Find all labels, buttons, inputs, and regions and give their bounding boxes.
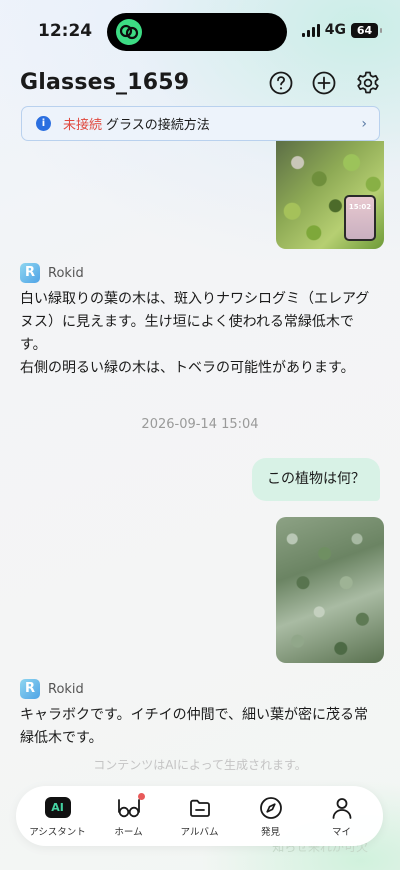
tab-label: アシスタント — [29, 826, 86, 838]
tab-label: ホーム — [114, 826, 143, 838]
tab-assistant[interactable]: AI アシスタント — [23, 795, 93, 838]
connection-help-link: グラスの接続方法 — [106, 118, 210, 133]
info-icon: i — [36, 116, 51, 131]
ai-message: R Rokid キャラボクです。イチイの仲間で、細い葉が密に茂る常 緑低木です。 — [20, 679, 380, 750]
rokid-logo-icon: R — [20, 263, 40, 283]
text-line: 緑低木です。 — [20, 730, 103, 746]
compass-icon — [259, 796, 282, 819]
text-line: 右側の明るい緑の木は、トベラの可能性があります。 — [20, 360, 355, 376]
ai-sender-name: Rokid — [48, 681, 84, 697]
settings-gear-icon[interactable] — [355, 70, 381, 96]
battery-icon: 64 — [351, 22, 382, 38]
ai-sender: R Rokid — [20, 679, 380, 699]
network-type: 4G — [324, 22, 346, 38]
ai-message-text: キャラボクです。イチイの仲間で、細い葉が密に茂る常 緑低木です。 — [20, 704, 380, 750]
help-icon[interactable] — [268, 70, 294, 96]
text-line: 白い緑取りの葉の木は、斑入りナワシログミ（エレアグ — [20, 291, 370, 307]
text-line: キャラボクです。イチイの仲間で、細い葉が密に茂る常 — [20, 707, 369, 723]
user-message[interactable]: この植物は何？ — [252, 458, 380, 501]
ai-assistant-icon: AI — [44, 797, 71, 818]
tab-label: アルバム — [180, 826, 219, 838]
ai-sender: R Rokid — [20, 263, 380, 283]
phone-in-photo: 15:02 — [344, 195, 376, 241]
app-header: Glasses_1659 — [0, 66, 400, 102]
connection-status: 未接続 — [63, 118, 103, 133]
tab-my[interactable]: マイ — [307, 795, 377, 838]
phone-clock: 15:02 — [348, 203, 372, 211]
tab-label: マイ — [331, 826, 351, 838]
status-time: 12:24 — [38, 21, 93, 41]
photo-thumbnail[interactable]: 15:02 — [276, 141, 384, 249]
page-title: Glasses_1659 — [20, 70, 190, 95]
status-bar: 12:24 4G 64 — [0, 0, 400, 62]
bottom-tab-bar: AI アシスタント ホーム アルバム 発見 マイ — [16, 786, 383, 846]
connection-banner[interactable]: i 未接続 グラスの接続方法 › — [21, 106, 380, 141]
ai-message-text: 白い緑取りの葉の木は、斑入りナワシログミ（エレアグ ヌス）に見えます。生け垣によ… — [20, 288, 380, 380]
person-icon — [332, 797, 351, 819]
signal-icon — [301, 23, 320, 37]
ai-message: R Rokid 白い緑取りの葉の木は、斑入りナワシログミ（エレアグ ヌス）に見え… — [20, 263, 380, 380]
photo-thumbnail[interactable] — [276, 517, 384, 663]
message-timestamp: 2026-09-14 15:04 — [141, 417, 259, 432]
tab-discover[interactable]: 発見 — [236, 795, 306, 838]
ai-sender-name: Rokid — [48, 265, 84, 281]
dynamic-island — [107, 13, 287, 51]
link-app-icon — [116, 19, 142, 45]
tab-home[interactable]: ホーム — [94, 792, 164, 838]
add-icon[interactable] — [311, 70, 337, 96]
chevron-right-icon: › — [361, 116, 367, 132]
notification-dot — [137, 792, 145, 800]
text-line: ヌス）に見えます。生け垣によく使われる常緑低木で — [20, 314, 354, 330]
folder-icon — [189, 799, 210, 817]
text-line: す。 — [20, 337, 47, 353]
tab-label: 発見 — [260, 826, 280, 838]
tab-album[interactable]: アルバム — [165, 795, 235, 838]
status-indicators: 4G 64 — [301, 22, 382, 38]
rokid-logo-icon: R — [20, 679, 40, 699]
ai-disclaimer: コンテンツはAIによって生成されます。 — [93, 758, 307, 772]
